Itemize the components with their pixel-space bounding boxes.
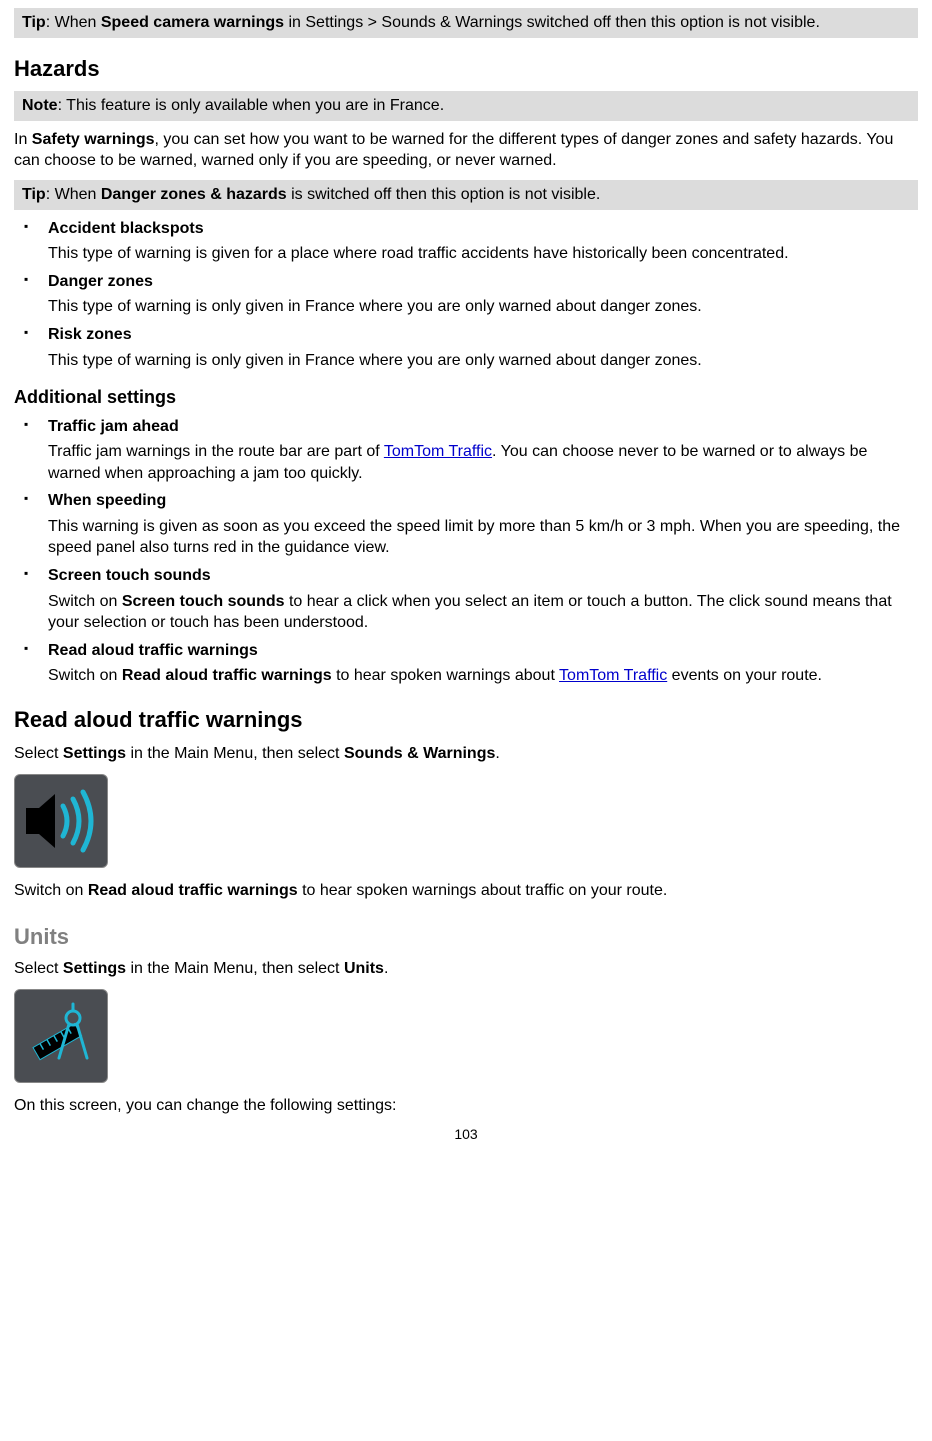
units-icon <box>14 989 108 1083</box>
list-item: Accident blackspots This type of warning… <box>14 218 918 265</box>
hazards-heading: Hazards <box>14 54 918 84</box>
item-desc: Switch on Screen touch sounds to hear a … <box>48 591 918 634</box>
ruler-compass-icon <box>21 996 101 1076</box>
item-title: Read aloud traffic warnings <box>48 640 918 662</box>
list-item: Read aloud traffic warnings Switch on Re… <box>14 640 918 687</box>
list-item: When speeding This warning is given as s… <box>14 490 918 559</box>
tip-suffix: in Settings > Sounds & Warnings switched… <box>284 14 820 31</box>
sounds-warnings-icon <box>14 774 108 868</box>
read-aloud-heading: Read aloud traffic warnings <box>14 705 918 735</box>
speaker-sound-icon <box>21 786 101 856</box>
item-title: Traffic jam ahead <box>48 416 918 438</box>
additional-settings-heading: Additional settings <box>14 385 918 409</box>
hazard-types-list: Accident blackspots This type of warning… <box>14 218 918 372</box>
item-desc: This type of warning is only given in Fr… <box>48 350 918 372</box>
page-number: 103 <box>14 1125 918 1144</box>
units-screen-text: On this screen, you can change the follo… <box>14 1095 918 1117</box>
item-desc: Traffic jam warnings in the route bar ar… <box>48 441 918 484</box>
read-aloud-switch-text: Switch on Read aloud traffic warnings to… <box>14 880 918 902</box>
tip-box-speed-camera: Tip: When Speed camera warnings in Setti… <box>14 8 918 38</box>
note-label: Note <box>22 97 58 114</box>
item-desc: This warning is given as soon as you exc… <box>48 516 918 559</box>
list-item: Risk zones This type of warning is only … <box>14 324 918 371</box>
read-aloud-instruction: Select Settings in the Main Menu, then s… <box>14 743 918 765</box>
tip-label: Tip <box>22 14 46 31</box>
item-title: When speeding <box>48 490 918 512</box>
item-title: Accident blackspots <box>48 218 918 240</box>
units-instruction: Select Settings in the Main Menu, then s… <box>14 958 918 980</box>
tomtom-traffic-link[interactable]: TomTom Traffic <box>559 667 667 684</box>
note-text: : This feature is only available when yo… <box>58 97 445 114</box>
item-desc: Switch on Read aloud traffic warnings to… <box>48 665 918 687</box>
item-title: Screen touch sounds <box>48 565 918 587</box>
intro-paragraph: In Safety warnings, you can set how you … <box>14 129 918 172</box>
units-heading: Units <box>14 922 918 952</box>
note-box-france: Note: This feature is only available whe… <box>14 91 918 121</box>
tip-label: Tip <box>22 186 46 203</box>
tomtom-traffic-link[interactable]: TomTom Traffic <box>384 443 492 460</box>
item-title: Risk zones <box>48 324 918 346</box>
item-title: Danger zones <box>48 271 918 293</box>
tip-bold: Speed camera warnings <box>101 14 284 31</box>
tip-box-danger-zones: Tip: When Danger zones & hazards is swit… <box>14 180 918 210</box>
list-item: Danger zones This type of warning is onl… <box>14 271 918 318</box>
tip-prefix: : When <box>46 14 101 31</box>
item-desc: This type of warning is only given in Fr… <box>48 296 918 318</box>
additional-settings-list: Traffic jam ahead Traffic jam warnings i… <box>14 416 918 688</box>
item-desc: This type of warning is given for a plac… <box>48 243 918 265</box>
list-item: Traffic jam ahead Traffic jam warnings i… <box>14 416 918 485</box>
list-item: Screen touch sounds Switch on Screen tou… <box>14 565 918 634</box>
